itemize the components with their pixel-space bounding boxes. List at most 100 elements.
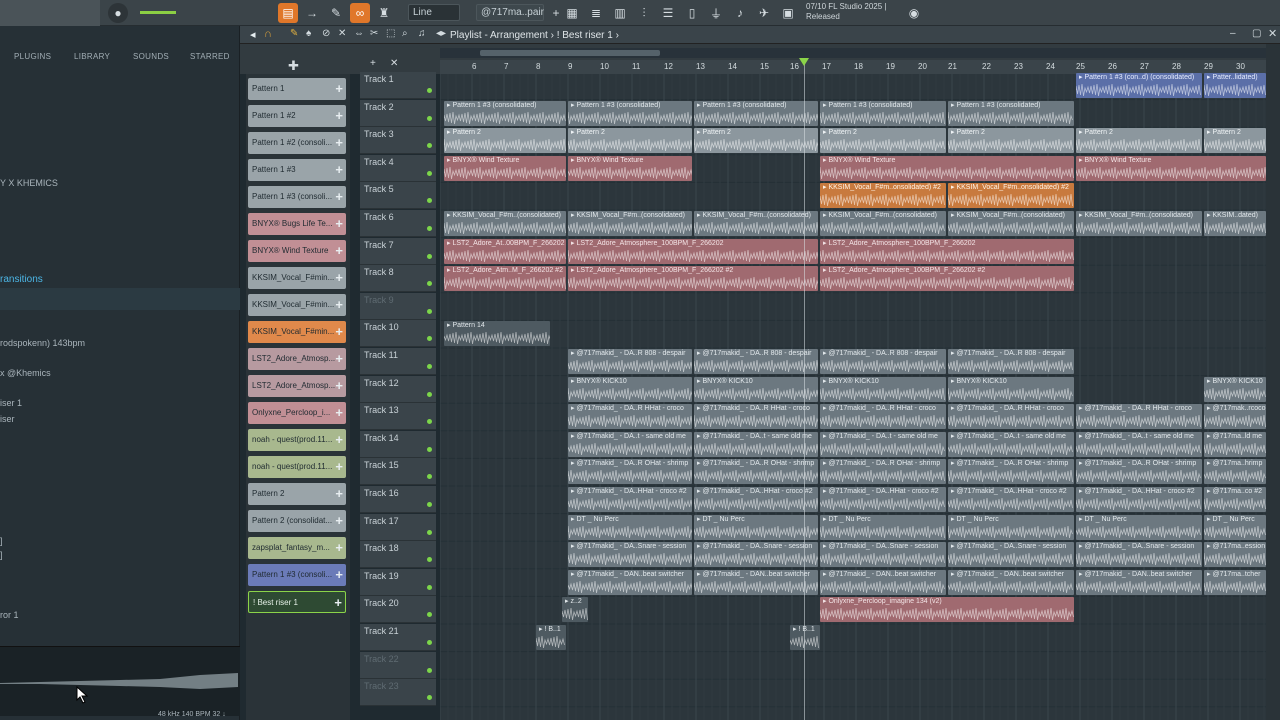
browser-selected-row[interactable]	[0, 288, 240, 310]
track-header[interactable]: Track 5	[360, 182, 436, 210]
track-active-led[interactable]	[427, 640, 432, 645]
slice-icon[interactable]: ✂	[370, 28, 378, 39]
playlist-clip[interactable]: ▸ Pattern 2	[1076, 128, 1202, 154]
playlist-clip[interactable]: ▸ @717ma..co #2	[1204, 487, 1266, 512]
tab-plugins[interactable]: PLUGINS	[14, 52, 51, 61]
browser-item[interactable]: ror 1	[0, 610, 19, 620]
playlist-clip[interactable]: ▸ @717makid_ - DA..R HHat - croco	[948, 404, 1074, 430]
playlist-clip[interactable]: ▸ @717ma..ld me	[1204, 431, 1266, 457]
plugin-picker-icon[interactable]: ✈	[754, 3, 774, 23]
playlist-clip[interactable]: ▸ DT _ Nu Perc	[820, 514, 946, 540]
picker-item[interactable]: KKSIM_Vocal_F#min... +	[248, 321, 346, 343]
playhead-line[interactable]	[804, 60, 805, 720]
playhead-marker-icon[interactable]	[799, 58, 809, 66]
playlist-clip[interactable]: ▸ KKSIM_Vocal_F#m..(consolidated)	[948, 211, 1074, 236]
piano-roll-icon[interactable]: ▥	[610, 3, 630, 23]
playlist-clip[interactable]: ▸ KKSIM_Vocal_F#m..(consolidated)	[444, 211, 566, 236]
playlist-clip[interactable]: ▸ LST2_Adore_Atmosphere_100BPM_F_266202	[820, 238, 1074, 264]
playlist-clip[interactable]: ▸ DT _ Nu Perc	[1204, 514, 1266, 540]
pencil-tool-icon[interactable]: ✎	[326, 3, 346, 23]
track-header[interactable]: Track 1	[360, 72, 436, 99]
picker-item[interactable]: Pattern 1 #3 +	[248, 159, 346, 181]
play-arrow-icon[interactable]: →	[302, 3, 322, 23]
track-active-led[interactable]	[427, 281, 432, 287]
mute-icon[interactable]: ✕	[338, 28, 346, 39]
playlist-clip[interactable]: ▸ @717makid_ - DA..R OHat - shrimp	[948, 459, 1074, 485]
picker-item[interactable]: noah - quest(prod.11... +	[248, 456, 346, 478]
picker-item[interactable]: ! Best riser 1 +	[248, 591, 346, 613]
playlist-clip[interactable]: ▸ @717mak..rcoco	[1204, 404, 1266, 430]
playlist-clip[interactable]: ▸ KKSIM..dated)	[1204, 211, 1266, 236]
playlist-clip[interactable]: ▸ LST2_Adore_Atmosphere_100BPM_F_266202	[568, 238, 818, 264]
playlist-clip[interactable]: ▸ Pattern 1 #3 (consolidated)	[820, 100, 946, 126]
picker-item[interactable]: Pattern 1 #3 (consoli... +	[248, 564, 346, 586]
playlist-clip[interactable]: ▸ @717makid_ - DA..R 808 - despair	[820, 349, 946, 374]
track-header[interactable]: Track 4	[360, 154, 436, 182]
track-header[interactable]: Track 14	[360, 430, 436, 458]
close-icon[interactable]: ✕	[1268, 27, 1277, 40]
playlist-clip[interactable]: ▸ @717ma..hrimp	[1204, 459, 1266, 485]
playlist-clip[interactable]: ▸ Pattern 2	[820, 128, 946, 154]
track-active-led[interactable]	[427, 198, 432, 204]
add-clip-icon[interactable]: +	[334, 592, 342, 612]
playlist-clip[interactable]: ▸ @717makid_ - DA..Snare - session	[820, 542, 946, 568]
track-header[interactable]: Track 12	[360, 375, 436, 403]
playlist-clip[interactable]: ▸ ! B..1	[790, 625, 820, 650]
news-panel[interactable]: 07/10 FL Studio 2025 | Released	[806, 2, 887, 22]
track-active-led[interactable]	[427, 336, 432, 342]
playlist-clip[interactable]: ▸ @717makid_ - DAN..beat switcher	[820, 569, 946, 595]
vertical-scrollbar[interactable]	[1266, 44, 1280, 720]
browser-item[interactable]: rodspokenn) 143bpm	[0, 338, 85, 348]
playlist-clip[interactable]: ▸ @717makid_ - DA..HHat - croco #2	[694, 487, 818, 512]
track-active-led[interactable]	[427, 474, 432, 480]
playlist-clip[interactable]: ▸ BNYX® KICK10	[820, 376, 946, 402]
playlist-menu-icon[interactable]: ◂	[250, 28, 256, 41]
playlist-clip[interactable]: ▸ LST2_Adore_Atmosphere_100BPM_F_266202 …	[568, 266, 818, 292]
playlist-clip[interactable]: ▸ @717makid_ - DAN..beat switcher	[948, 569, 1074, 595]
picker-item[interactable]: Pattern 2 (consolidat... +	[248, 510, 346, 532]
picker-item[interactable]: Pattern 1 #2 +	[248, 105, 346, 127]
browser-item[interactable]: Y X KHEMICS	[0, 178, 58, 188]
magnet-icon[interactable]: ∩	[264, 28, 272, 40]
playlist-clip[interactable]: ▸ BNYX® KICK10	[568, 376, 692, 402]
track-header[interactable]: Track 6	[360, 210, 436, 237]
track-active-led[interactable]	[427, 391, 432, 397]
stamp-tool-icon[interactable]: ♜	[374, 3, 394, 23]
picker-item[interactable]: noah - quest(prod.11... +	[248, 429, 346, 451]
add-clip-icon[interactable]: +	[335, 456, 343, 478]
tab-library[interactable]: LIBRARY	[74, 52, 110, 61]
playlist-clip[interactable]: ▸ KKSIM_Vocal_F#m..onsolidated) #2	[948, 183, 1074, 209]
playlist-clip[interactable]: ▸ Pattern 2	[568, 128, 692, 154]
playlist-clip[interactable]: ▸ @717makid_ - DA..t - same old me	[694, 431, 818, 457]
playlist-clip[interactable]: ▸ z..2	[562, 597, 588, 623]
browser-item[interactable]: ]	[0, 550, 3, 560]
add-clip-icon[interactable]: +	[335, 294, 343, 316]
playlist-clip[interactable]: ▸ Patter..lidated)	[1204, 73, 1266, 98]
playlist-clip[interactable]: ▸ @717makid_ - DA..HHat - croco #2	[1076, 487, 1202, 512]
playlist-clip[interactable]: ▸ @717makid_ - DA..Snare - session	[1076, 542, 1202, 568]
playlist-clip[interactable]: ▸ KKSIM_Vocal_F#m..(consolidated)	[694, 211, 818, 236]
playlist-clip[interactable]: ▸ @717makid_ - DA..t - same old me	[568, 431, 692, 457]
track-active-led[interactable]	[427, 308, 432, 314]
track-active-led[interactable]	[427, 502, 432, 507]
plug-icon[interactable]: ⏚	[706, 3, 726, 23]
playlist-clip[interactable]: ▸ Onlyxne_Percloop_imagine 134 (v2)	[820, 597, 1074, 623]
playlist-clip[interactable]: ▸ @717makid_ - DA..t - same old me	[1076, 431, 1202, 457]
track-active-led[interactable]	[427, 88, 432, 93]
playlist-clip[interactable]: ▸ Pattern 2	[948, 128, 1074, 154]
playlist-clip[interactable]: ▸ DT _ Nu Perc	[948, 514, 1074, 540]
picker-item[interactable]: KKSIM_Vocal_F#min... +	[248, 267, 346, 289]
playlist-clip[interactable]: ▸ Pattern 1 #3 (consolidated)	[568, 100, 692, 126]
playlist-clip[interactable]: ▸ LST2_Adore_At..00BPM_F_266202	[444, 238, 566, 264]
zoom-icon[interactable]: ⌕	[402, 28, 408, 39]
picker-item[interactable]: Pattern 2 +	[248, 483, 346, 505]
playlist-clip[interactable]: ▸ BNYX® Wind Texture	[568, 155, 692, 181]
picker-item[interactable]: BNYX® Wind Texture +	[248, 240, 346, 262]
add-track-icon[interactable]: +	[370, 58, 376, 69]
playlist-clip[interactable]: ▸ @717ma..ession	[1204, 542, 1266, 568]
playlist-clip[interactable]: ▸ KKSIM_Vocal_F#m..(consolidated)	[820, 211, 946, 236]
track-header[interactable]: Track 17	[360, 513, 436, 541]
picker-item[interactable]: Pattern 1 +	[248, 78, 346, 100]
playlist-clip[interactable]: ▸ DT _ Nu Perc	[568, 514, 692, 540]
track-header[interactable]: Track 2	[360, 99, 436, 127]
